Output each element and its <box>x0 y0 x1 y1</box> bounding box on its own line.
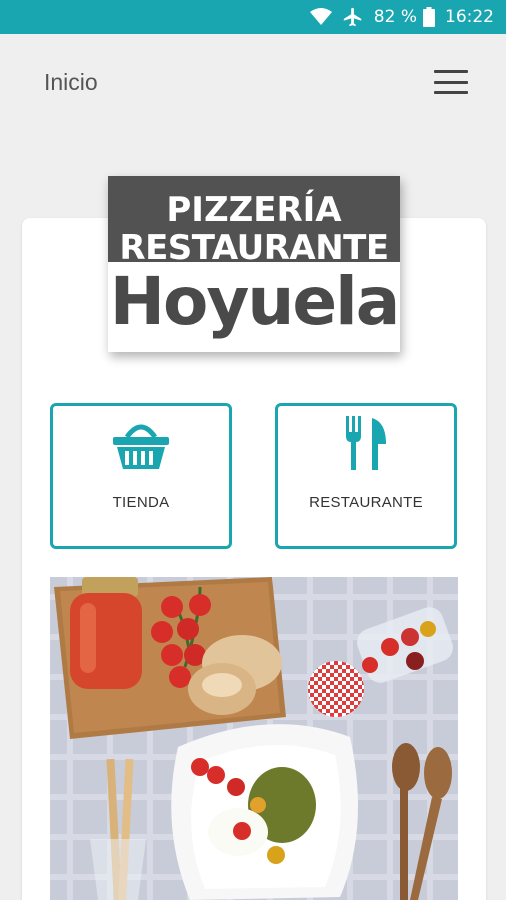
app-bar: Inicio <box>0 34 506 130</box>
clock: 16:22 <box>445 7 494 27</box>
logo-line-restaurante: RESTAURANTE <box>119 228 389 268</box>
fork-knife-icon <box>344 416 388 472</box>
restaurant-logo: PIZZERÍA RESTAURANTE Hoyuela <box>108 176 400 352</box>
battery-indicator: 82 % <box>374 7 435 27</box>
shopping-basket-icon <box>111 416 171 472</box>
food-photo <box>50 577 458 900</box>
page-title: Inicio <box>44 68 98 95</box>
logo-line-pizzeria: PIZZERÍA <box>166 190 342 230</box>
restaurante-label: RESTAURANTE <box>309 494 423 511</box>
logo-line-hoyuela: Hoyuela <box>109 263 400 340</box>
airplane-icon <box>342 6 364 28</box>
tienda-label: TIENDA <box>112 494 170 511</box>
status-bar: 82 % 16:22 <box>0 0 506 34</box>
wifi-icon <box>309 8 332 26</box>
restaurante-button[interactable]: RESTAURANTE <box>275 403 457 549</box>
battery-icon <box>423 7 435 27</box>
battery-percent: 82 % <box>373 7 417 27</box>
tienda-button[interactable]: TIENDA <box>50 403 232 549</box>
hamburger-menu-icon[interactable] <box>434 70 468 94</box>
